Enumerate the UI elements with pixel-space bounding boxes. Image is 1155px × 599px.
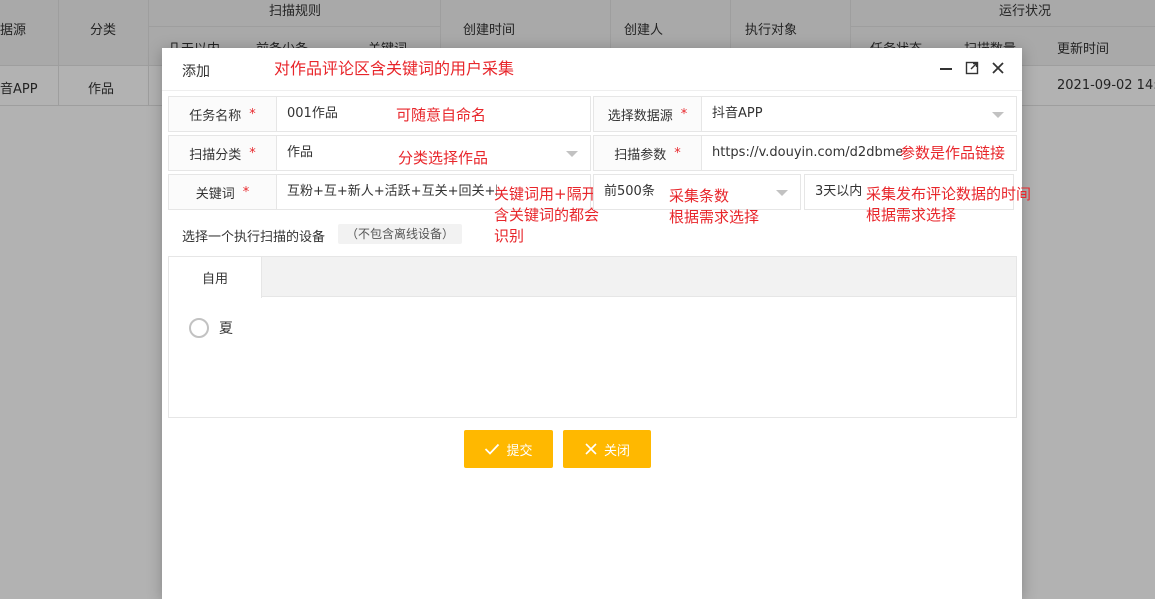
caret-down-icon bbox=[776, 190, 788, 196]
task-name-label: 任务名称 * bbox=[169, 97, 277, 131]
annotation-title: 对作品评论区含关键词的用户采集 bbox=[274, 59, 515, 78]
close-label: 关闭 bbox=[603, 443, 630, 459]
dialog-title: 添加 bbox=[182, 64, 210, 80]
annotation-task-name: 可随意自命名 bbox=[396, 106, 487, 124]
add-task-dialog: 添加 对作品评论区含关键词的用户采集 任务名称 * 001作品 可随意自命名 选… bbox=[162, 48, 1031, 599]
check-icon bbox=[485, 443, 500, 455]
required-mark: * bbox=[680, 106, 688, 122]
scan-param-label: 扫描参数 * bbox=[594, 136, 702, 170]
annotation-time-range-1: 采集发布评论数据的时间 bbox=[866, 185, 1032, 203]
annotation-scan-category: 分类选择作品 bbox=[398, 149, 489, 167]
keyword-label-text: 关键词 bbox=[195, 186, 235, 202]
device-tabs: 自用 夏 bbox=[168, 256, 1017, 418]
submit-button[interactable]: 提交 bbox=[464, 430, 553, 468]
annotation-keyword-3: 识别 bbox=[494, 227, 525, 245]
x-icon bbox=[585, 443, 597, 455]
time-range-value: 3天以内 bbox=[815, 184, 863, 199]
tab-bar bbox=[169, 257, 1016, 297]
scan-category-field[interactable]: 扫描分类 * 作品 bbox=[168, 135, 591, 171]
maximize-icon[interactable] bbox=[964, 60, 980, 76]
submit-label: 提交 bbox=[506, 443, 533, 459]
radio-button[interactable] bbox=[189, 318, 209, 338]
dialog-header: 添加 对作品评论区含关键词的用户采集 bbox=[162, 48, 1022, 91]
data-source-label-text: 选择数据源 bbox=[607, 108, 673, 124]
task-name-input[interactable]: 001作品 bbox=[287, 97, 338, 131]
annotation-time-range-2: 根据需求选择 bbox=[866, 206, 957, 224]
data-source-select[interactable]: 抖音APP bbox=[712, 97, 763, 131]
scan-category-label: 扫描分类 * bbox=[169, 136, 277, 170]
scan-category-select[interactable]: 作品 bbox=[287, 136, 313, 170]
annotation-keyword-2: 含关键词的都会 bbox=[494, 206, 600, 224]
count-value: 前500条 bbox=[604, 184, 655, 199]
task-name-label-text: 任务名称 bbox=[189, 108, 242, 124]
annotation-count-1: 采集条数 bbox=[669, 187, 730, 205]
annotation-count-2: 根据需求选择 bbox=[669, 208, 760, 226]
close-button[interactable]: 关闭 bbox=[563, 430, 651, 468]
scan-category-label-text: 扫描分类 bbox=[189, 147, 242, 163]
required-mark: * bbox=[674, 145, 681, 161]
keyword-input[interactable]: 互粉+互+新人+活跃+互关+回关+回 bbox=[287, 175, 497, 209]
annotation-scan-param: 参数是作品链接 bbox=[900, 144, 1006, 162]
device-radio-option[interactable]: 夏 bbox=[189, 318, 233, 338]
close-icon[interactable] bbox=[990, 60, 1006, 76]
task-name-field[interactable]: 任务名称 * 001作品 bbox=[168, 96, 591, 132]
device-option-label: 夏 bbox=[219, 321, 233, 337]
scan-param-input[interactable]: https://v.douyin.com/d2dbmed/ bbox=[712, 136, 902, 170]
data-source-label: 选择数据源 * bbox=[594, 97, 702, 131]
annotation-keyword-1: 关键词用+隔开 bbox=[494, 185, 597, 203]
device-note: （不包含离线设备） bbox=[338, 224, 463, 244]
tab-self-use[interactable]: 自用 bbox=[169, 257, 262, 298]
device-label: 选择一个执行扫描的设备 bbox=[182, 230, 326, 245]
caret-down-icon bbox=[992, 112, 1004, 118]
scan-param-label-text: 扫描参数 bbox=[614, 147, 667, 163]
required-mark: * bbox=[242, 184, 250, 200]
tab-label: 自用 bbox=[201, 272, 228, 287]
keyword-label: 关键词 * bbox=[169, 175, 277, 209]
caret-down-icon bbox=[566, 151, 578, 157]
data-source-field[interactable]: 选择数据源 * 抖音APP bbox=[593, 96, 1017, 132]
minimize-icon[interactable] bbox=[938, 60, 954, 76]
required-mark: * bbox=[249, 145, 256, 161]
required-mark: * bbox=[249, 106, 256, 122]
